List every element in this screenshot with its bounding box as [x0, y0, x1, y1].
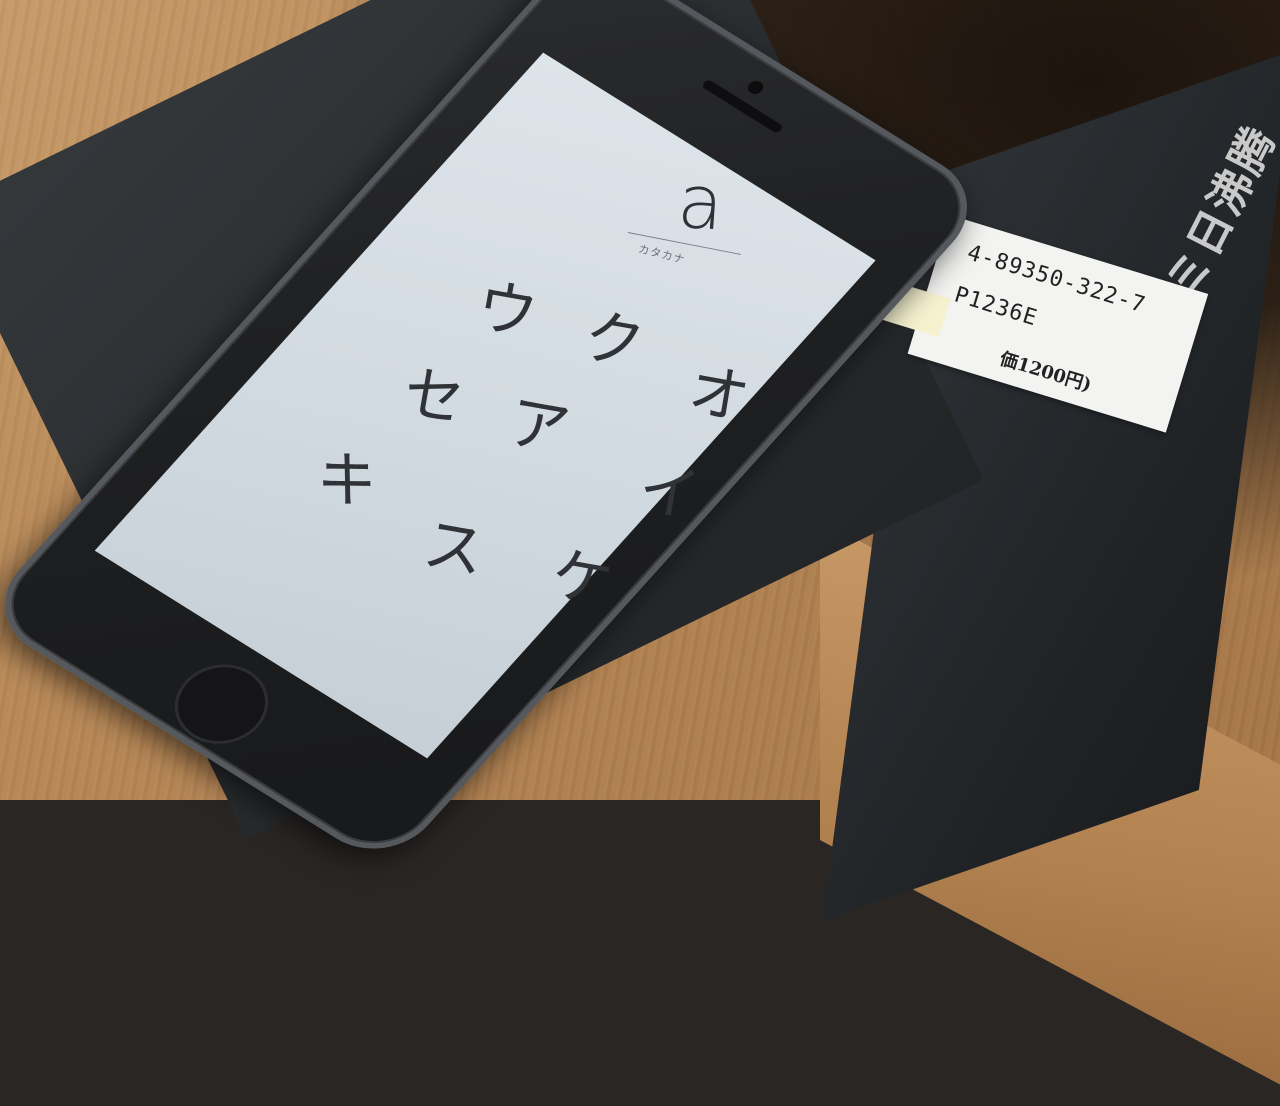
front-camera-icon [744, 78, 767, 97]
earpiece-speaker [700, 78, 785, 135]
sticker-code: P1236E [951, 282, 1041, 332]
current-letter: a [675, 158, 727, 248]
photo-scene: ミス・ミ日沸腾 4-89350-322-7 P1236E 価1200円) a カ… [0, 0, 1280, 1106]
